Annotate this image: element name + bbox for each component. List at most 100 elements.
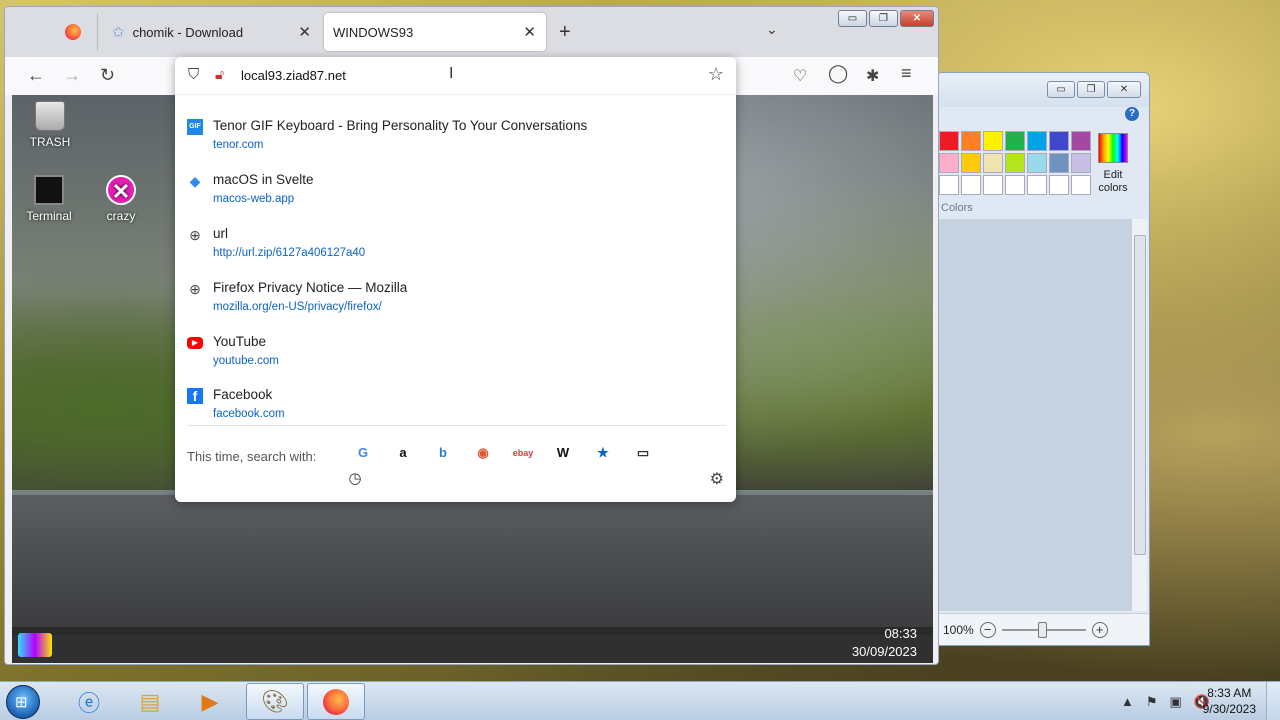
paint-canvas-area[interactable]: [939, 219, 1133, 611]
back-icon[interactable]: ←: [27, 65, 45, 86]
forward-icon[interactable]: →: [63, 65, 81, 86]
windows93-start-icon[interactable]: [18, 633, 52, 657]
tracking-protection-icon[interactable]: ⛉: [188, 66, 199, 83]
desktop-icon-terminal[interactable]: Terminal: [19, 175, 79, 223]
tab-close-icon[interactable]: ✕: [298, 23, 311, 41]
suggestion-url: mozilla.org/en-US/privacy/firefox/: [213, 301, 382, 313]
windows-logo-icon: ⊞: [15, 694, 28, 711]
color-swatch[interactable]: [1027, 153, 1047, 173]
color-swatch[interactable]: [939, 131, 959, 151]
gear-icon[interactable]: ⚙: [710, 469, 724, 489]
internet-explorer-icon[interactable]: ⓔ: [60, 683, 118, 720]
text-cursor-icon: I: [449, 65, 454, 82]
urlbar[interactable]: ⛉ 🔓︎ I ☆: [175, 57, 736, 95]
reload-icon[interactable]: ↻: [100, 65, 115, 86]
suggestion-row[interactable]: ▶ YouTube youtube.com: [187, 331, 727, 377]
history-icon[interactable]: ◷: [343, 469, 367, 487]
amazon-icon[interactable]: a: [383, 441, 423, 465]
color-swatch[interactable]: [1071, 131, 1091, 151]
paint-close-button[interactable]: ✕: [1107, 81, 1141, 98]
duckduckgo-icon[interactable]: ◉: [463, 441, 503, 465]
paint-taskbar-icon[interactable]: 🎨︎: [246, 683, 304, 720]
color-swatch[interactable]: [983, 153, 1003, 173]
color-swatch[interactable]: [939, 175, 959, 195]
desktop-icon-trash[interactable]: TRASH: [20, 101, 80, 149]
media-player-icon[interactable]: ▶: [181, 683, 239, 720]
show-hidden-icons-icon[interactable]: ▲: [1121, 694, 1134, 710]
tab-chomik[interactable]: ✩ chomik - Download ✕: [97, 13, 321, 51]
firefox-taskbar-icon[interactable]: [307, 683, 365, 720]
suggestion-row[interactable]: f Facebook facebook.com: [187, 384, 727, 430]
paint-window[interactable]: ▭ ❐ ✕ ? Edit colors Colors 100% − +: [936, 72, 1150, 646]
bookmark-star-icon[interactable]: ☆: [708, 64, 724, 85]
paint-maximize-button[interactable]: ❐: [1077, 81, 1105, 98]
maximize-button[interactable]: ❐: [869, 10, 898, 27]
url-input[interactable]: [241, 68, 621, 83]
color-swatch[interactable]: [1027, 131, 1047, 151]
site-favicon-icon: ⊕: [189, 281, 201, 297]
bing-icon[interactable]: b: [423, 441, 463, 465]
color-swatch[interactable]: [1027, 175, 1047, 195]
firefox-window[interactable]: ✩ chomik - Download ✕ WINDOWS93 ✕ + ⌄ ▭ …: [4, 6, 939, 665]
suggestion-row[interactable]: ⊕ url http://url.zip/6127a406127a40: [187, 223, 727, 269]
windows93-date: 30/09/2023: [851, 644, 917, 659]
color-swatch[interactable]: [1005, 131, 1025, 151]
color-swatch[interactable]: [961, 131, 981, 151]
insecure-lock-icon[interactable]: 🔓︎: [215, 66, 224, 83]
zoom-slider-knob[interactable]: [1037, 621, 1047, 638]
suggestion-row[interactable]: ⊕ Firefox Privacy Notice — Mozilla mozilla…: [187, 277, 727, 323]
urlbar-dropdown: ⛉ 🔓︎ I ☆ GIF Tenor GIF Keyboard - Bring P…: [175, 57, 736, 502]
system-tray: ▲ ⚑ ▣ 🔇: [1121, 694, 1210, 710]
tab-close-icon[interactable]: ✕: [523, 23, 536, 41]
color-swatch[interactable]: [983, 131, 1003, 151]
tab-windows93[interactable]: WINDOWS93 ✕: [324, 13, 546, 51]
network-icon[interactable]: ▣: [1170, 694, 1182, 710]
color-swatch[interactable]: [983, 175, 1003, 195]
zoom-out-button[interactable]: −: [979, 621, 996, 638]
color-swatch[interactable]: [961, 153, 981, 173]
ebay-icon[interactable]: ebay: [503, 441, 543, 465]
color-swatch[interactable]: [1005, 153, 1025, 173]
minimize-button[interactable]: ▭: [838, 10, 867, 27]
tabs-icon[interactable]: ▭: [623, 441, 663, 465]
color-swatch[interactable]: [961, 175, 981, 195]
google-icon[interactable]: G: [343, 441, 383, 465]
color-swatch[interactable]: [1005, 175, 1025, 195]
suggestion-row[interactable]: GIF Tenor GIF Keyboard - Bring Personalit…: [187, 115, 727, 161]
site-favicon-icon: ▶: [187, 337, 203, 349]
paint-minimize-button[interactable]: ▭: [1047, 81, 1075, 98]
color-swatch[interactable]: [1049, 131, 1069, 151]
help-icon[interactable]: ?: [1125, 107, 1139, 121]
terminal-icon: [34, 175, 64, 205]
tab-firefox[interactable]: [51, 13, 95, 51]
extensions-icon[interactable]: ✱: [866, 66, 879, 86]
menu-icon[interactable]: ≡: [901, 63, 912, 84]
show-desktop-button[interactable]: [1266, 682, 1280, 720]
taskbar-clock[interactable]: 8:33 AM 9/30/2023: [1203, 685, 1256, 717]
site-favicon-icon: GIF: [187, 119, 203, 135]
bookmarks-icon[interactable]: ★: [583, 441, 623, 465]
paint-vertical-scrollbar[interactable]: [1131, 219, 1147, 611]
color-palette: [939, 131, 1091, 195]
start-button[interactable]: ⊞: [6, 685, 40, 719]
close-button[interactable]: ✕: [900, 10, 934, 27]
desktop-icon-crazy[interactable]: ✕ crazy: [91, 175, 151, 223]
pocket-icon[interactable]: ♡: [793, 66, 807, 86]
color-swatch[interactable]: [1049, 175, 1069, 195]
wikipedia-icon[interactable]: W: [543, 441, 583, 465]
action-center-icon[interactable]: ⚑: [1146, 694, 1158, 710]
edit-colors-button[interactable]: Edit colors: [1093, 133, 1133, 195]
suggestion-row[interactable]: ◆ macOS in Svelte macos-web.app: [187, 169, 727, 215]
new-tab-button[interactable]: +: [559, 21, 571, 44]
account-icon[interactable]: ◯: [828, 63, 848, 84]
site-favicon-icon: ⊕: [189, 227, 201, 243]
list-tabs-button[interactable]: ⌄: [766, 21, 778, 38]
color-swatch[interactable]: [939, 153, 959, 173]
zoom-in-button[interactable]: +: [1091, 621, 1108, 638]
file-explorer-icon[interactable]: ▤: [121, 683, 179, 720]
color-swatch[interactable]: [1049, 153, 1069, 173]
scrollbar-thumb[interactable]: [1134, 235, 1146, 555]
color-swatch[interactable]: [1071, 153, 1091, 173]
color-swatch[interactable]: [1071, 175, 1091, 195]
zoom-slider[interactable]: [1001, 621, 1086, 638]
